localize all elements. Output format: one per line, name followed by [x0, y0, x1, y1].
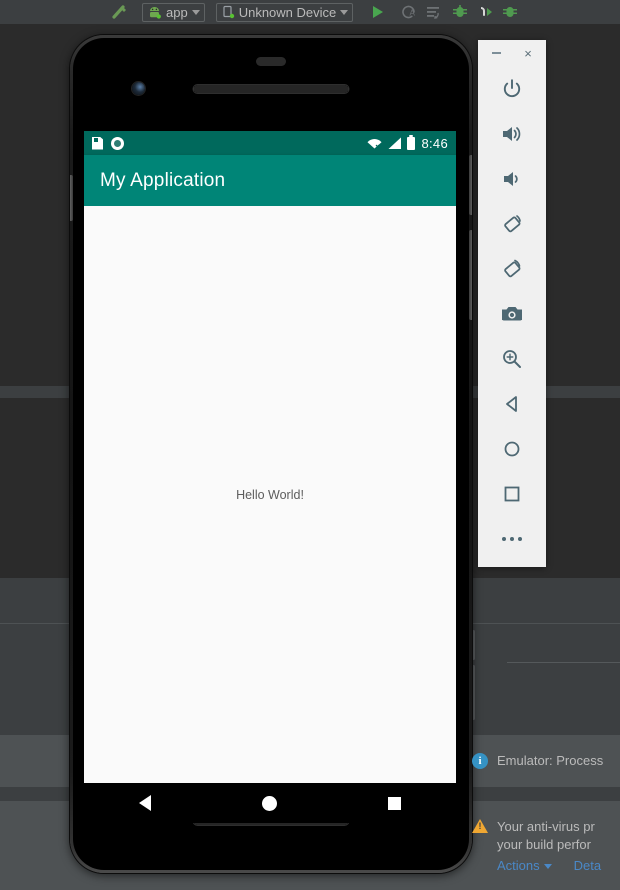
app-bar: My Application: [84, 155, 456, 206]
notification-2-links: Actions Deta: [497, 857, 601, 875]
notification-2-line2: your build perfor: [497, 837, 591, 852]
android-status-bar: 8:46: [84, 131, 456, 155]
power-icon[interactable]: [478, 66, 546, 111]
device-icon: [221, 5, 235, 19]
back-icon[interactable]: [478, 381, 546, 426]
chevron-down-icon[interactable]: [191, 9, 200, 15]
zoom-in-icon[interactable]: [478, 336, 546, 381]
android-navigation-bar: [84, 783, 456, 823]
module-selector-label: app: [166, 4, 188, 20]
rotate-right-icon[interactable]: [478, 246, 546, 291]
emulator-control-toolbar: ×: [478, 40, 546, 567]
home-circle-icon[interactable]: [261, 795, 277, 811]
battery-full-icon: [407, 134, 416, 150]
phone-power-button[interactable]: [469, 155, 472, 215]
screenshot-root: app Unknown Device A 8:46 My Application…: [0, 0, 620, 890]
phone-sensor-notch: [256, 57, 286, 66]
volume-down-icon[interactable]: [478, 156, 546, 201]
attach-debugger-icon[interactable]: [473, 3, 499, 21]
rotate-left-icon[interactable]: [478, 201, 546, 246]
actions-link-label: Actions: [497, 858, 540, 873]
emulator-device-frame[interactable]: 8:46 My Application Hello World!: [70, 35, 472, 873]
tool-window-inner-line: [507, 662, 620, 663]
sync-circle-icon: [111, 136, 124, 150]
emulator-toolbar-titlebar: ×: [478, 40, 546, 66]
phone-volume-button[interactable]: [469, 230, 472, 320]
sdcard-icon: [92, 136, 103, 150]
notification-balloon-2[interactable]: Your anti-virus pr your build perfor Act…: [472, 818, 601, 875]
front-camera-icon: [132, 82, 145, 95]
overview-icon[interactable]: [478, 471, 546, 516]
actions-link[interactable]: Actions: [497, 857, 552, 875]
warning-icon: [472, 819, 488, 833]
svg-text:A: A: [410, 9, 416, 18]
minimize-button[interactable]: [489, 46, 503, 60]
more-icon[interactable]: [478, 516, 546, 561]
hello-world-text: Hello World!: [236, 487, 304, 502]
android-robot-icon: [147, 6, 162, 19]
earpiece-speaker: [193, 85, 349, 93]
device-selector[interactable]: Unknown Device: [215, 2, 354, 22]
chevron-down-icon[interactable]: [340, 9, 349, 15]
apply-code-changes-icon[interactable]: [421, 4, 447, 20]
details-link-label: Deta: [573, 858, 602, 873]
recents-square-icon[interactable]: [387, 796, 401, 810]
home-icon[interactable]: [478, 426, 546, 471]
status-bar-clock: 8:46: [421, 135, 448, 151]
android-screen[interactable]: 8:46 My Application Hello World!: [84, 131, 456, 783]
ide-toolbar: app Unknown Device A: [0, 0, 620, 24]
notification-balloon-1[interactable]: i Emulator: Process: [472, 752, 603, 770]
cellular-signal-icon: [388, 137, 402, 149]
device-selector-label: Unknown Device: [238, 4, 337, 20]
ide-toolbar-separator: [0, 24, 620, 26]
build-icon[interactable]: [106, 1, 132, 23]
wifi-off-icon: [367, 137, 382, 149]
info-icon: i: [472, 753, 488, 769]
profiler-icon[interactable]: [499, 3, 521, 21]
apply-changes-icon[interactable]: A: [397, 3, 421, 21]
app-content-area[interactable]: Hello World!: [84, 206, 456, 783]
chevron-down-icon[interactable]: [543, 863, 552, 869]
tool-window-scrollbar-2[interactable]: [472, 665, 475, 720]
close-icon[interactable]: ×: [521, 46, 535, 60]
app-bar-title: My Application: [100, 169, 226, 191]
notification-2-body: Your anti-virus pr your build perfor Act…: [497, 818, 601, 875]
back-triangle-icon[interactable]: [139, 795, 152, 811]
notification-2-line1: Your anti-virus pr: [497, 819, 595, 834]
debug-icon[interactable]: [447, 3, 473, 21]
volume-up-icon[interactable]: [478, 111, 546, 156]
notification-1-text: Emulator: Process: [497, 753, 604, 768]
camera-icon[interactable]: [478, 291, 546, 336]
details-link[interactable]: Deta: [574, 857, 601, 875]
run-icon[interactable]: [367, 6, 389, 18]
tool-window-scrollbar[interactable]: [472, 630, 475, 660]
module-selector[interactable]: app: [142, 2, 205, 22]
phone-side-button-left[interactable]: [70, 175, 73, 221]
